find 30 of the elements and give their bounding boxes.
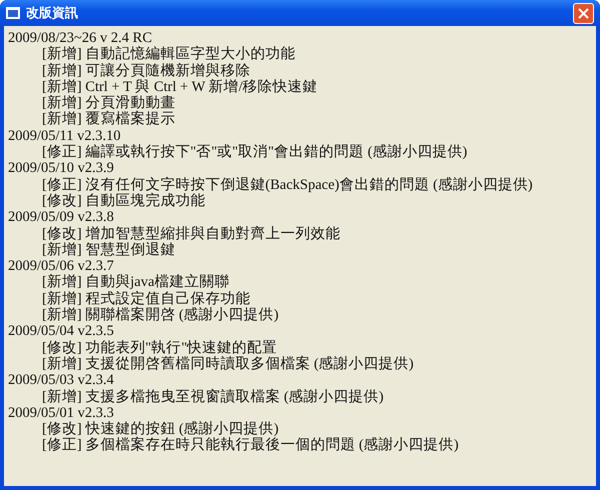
change-entry: [新增] 分頁滑動動畫 [41, 95, 176, 112]
version-heading: 2009/05/04 v2.3.5 [8, 323, 115, 340]
version-heading: 2009/08/23~26 v 2.4 RC [8, 30, 153, 46]
change-entry: [修改] 增加智慧型縮排與自動對齊上一列效能 [41, 226, 342, 242]
change-entry: [修正] 多個檔案存在時只能執行最後一個的問題 (感謝小四提供) [41, 437, 460, 454]
version-heading: 2009/05/06 v2.3.7 [8, 258, 115, 274]
close-button[interactable] [573, 2, 594, 24]
version-heading: 2009/05/01 v2.3.3 [8, 404, 115, 421]
change-entry: [新增] 支援從開啓舊檔同時讀取多個檔案 (感謝小四提供) [41, 356, 415, 372]
version-heading: 2009/05/09 v2.3.8 [8, 209, 115, 226]
change-entry: [新增] 自動記憶編輯區字型大小的功能 [41, 46, 296, 62]
version-heading: 2009/05/03 v2.3.4 [8, 372, 115, 388]
change-entry: [修改] 自動區塊完成功能 [41, 192, 206, 210]
change-entry: [新增] 自動與java檔建立關聯 [41, 274, 230, 290]
change-entry: [新增] 關聯檔案開啓 (感謝小四提供) [41, 307, 280, 324]
change-entry: [新增] 覆寫檔案提示 [41, 111, 176, 128]
version-heading: 2009/05/10 v2.3.9 [8, 160, 115, 177]
change-entry: [新增] 程式設定值自己保存功能 [41, 290, 252, 307]
change-entry: [新增] 支援多檔拖曳至視窗讀取檔案 (感謝小四提供) [41, 388, 385, 405]
close-icon [578, 8, 589, 18]
change-entry: [新增] 智慧型倒退鍵 [41, 242, 176, 258]
change-entry: [修正] 沒有任何文字時按下倒退鍵(BackSpace)會出錯的問題 (感謝小四提供) [41, 176, 534, 193]
change-entry: [修改] 快速鍵的按鈕 (感謝小四提供) [41, 421, 279, 438]
window-icon [6, 7, 20, 19]
window-title: 改版資訊 [26, 5, 79, 22]
change-entry: [修正] 編譯或執行按下"否"或"取消"會出錯的問題 (感謝小四提供) [41, 144, 468, 160]
change-entry: [新增] 可讓分頁隨機新增與移除 [41, 62, 252, 79]
version-heading: 2009/05/11 v2.3.10 [8, 128, 122, 144]
change-entry: [新增] Ctrl + T 與 Ctrl + W 新增/移除快速鍵 [41, 78, 319, 95]
change-entry: [修改] 功能表列"執行"快速鍵的配置 [41, 340, 278, 356]
